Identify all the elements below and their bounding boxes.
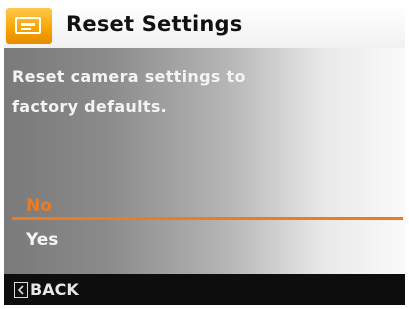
option-no[interactable]: No <box>26 196 52 216</box>
settings-menu-icon <box>6 8 52 44</box>
back-label: BACK <box>30 280 79 299</box>
message-line-2: factory defaults. <box>12 97 168 116</box>
reset-message: Reset camera settings to factory default… <box>12 62 392 122</box>
page-title: Reset Settings <box>66 12 243 36</box>
back-button[interactable]: BACK <box>14 278 79 301</box>
option-yes[interactable]: Yes <box>26 230 58 250</box>
footer-bar: BACK <box>4 274 405 305</box>
camera-menu-screen: Reset Settings Reset camera settings to … <box>4 4 405 305</box>
chevron-left-icon <box>14 281 28 298</box>
message-line-1: Reset camera settings to <box>12 67 246 86</box>
selection-highlight <box>12 217 403 220</box>
title-bar: Reset Settings <box>4 4 405 48</box>
menu-card-icon <box>15 17 41 34</box>
